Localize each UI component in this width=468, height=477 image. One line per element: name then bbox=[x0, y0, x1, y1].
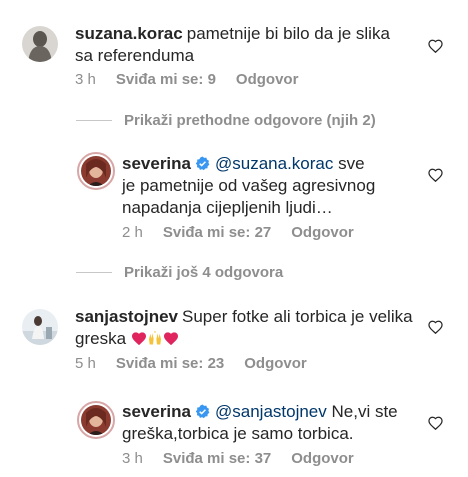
show-previous-replies-button[interactable]: Prikaži prethodne odgovore (njih 2) bbox=[76, 112, 376, 129]
heart-icon[interactable] bbox=[428, 39, 443, 53]
avatar-suzana-korac-image bbox=[22, 26, 58, 62]
comment-meta: 2 h Sviđa mi se: 27 Odgovor bbox=[122, 224, 374, 241]
divider-line bbox=[76, 120, 112, 121]
comment-meta: 3 h Sviđa mi se: 37 Odgovor bbox=[122, 450, 374, 467]
avatar[interactable] bbox=[22, 309, 58, 345]
comment-text: pametnije bi bilo da je slika bbox=[186, 24, 390, 43]
comment-text-line2: sa referenduma bbox=[75, 46, 195, 65]
comment-likes[interactable]: Sviđa mi se: 9 bbox=[116, 71, 216, 88]
comment-text-line2: greska bbox=[75, 329, 127, 348]
comment-time: 2 h bbox=[122, 224, 143, 241]
comment-text: sve bbox=[333, 154, 365, 173]
comment-likes[interactable]: Sviđa mi se: 23 bbox=[116, 355, 224, 372]
avatar[interactable] bbox=[77, 401, 115, 439]
avatar-severina-image bbox=[81, 156, 111, 186]
verified-badge-icon bbox=[195, 156, 210, 171]
comment-text-line2: je pametnije od vašeg agresivnog bbox=[122, 176, 376, 195]
emoji-red-heart bbox=[163, 330, 179, 346]
heart-icon[interactable] bbox=[428, 168, 443, 182]
comment-time: 3 h bbox=[75, 71, 96, 88]
reply-button[interactable]: Odgovor bbox=[291, 450, 354, 467]
comment-time: 5 h bbox=[75, 355, 96, 372]
avatar-sanjastojnev-image bbox=[22, 309, 58, 345]
comment-mention[interactable]: @suzana.korac bbox=[215, 154, 333, 173]
avatar[interactable] bbox=[77, 152, 115, 190]
comment-time: 3 h bbox=[122, 450, 143, 467]
comment-username[interactable]: sanjastojnev bbox=[75, 307, 178, 326]
reply-button[interactable]: Odgovor bbox=[291, 224, 354, 241]
comment-text: Ne,vi ste bbox=[326, 402, 398, 421]
show-more-replies-button[interactable]: Prikaži još 4 odgovora bbox=[76, 264, 283, 281]
comment-text-line2: greška,torbica je samo torbica. bbox=[122, 424, 354, 443]
verified-badge-icon bbox=[195, 404, 210, 419]
comment-body: severina @sanjastojnev Ne,vi ste greška,t… bbox=[122, 401, 432, 445]
divider-line bbox=[76, 272, 112, 273]
comment-username[interactable]: severina bbox=[122, 154, 191, 173]
heart-icon[interactable] bbox=[428, 416, 443, 430]
comment-meta: 3 h Sviđa mi se: 9 Odgovor bbox=[75, 71, 318, 88]
comment-likes[interactable]: Sviđa mi se: 27 bbox=[163, 224, 271, 241]
emoji-raising-hands bbox=[147, 330, 163, 345]
comment-body: suzana.korac pametnije bi bilo da je slik… bbox=[75, 23, 415, 67]
comment-username[interactable]: severina bbox=[122, 402, 191, 421]
show-previous-replies-label: Prikaži prethodne odgovore (njih 2) bbox=[124, 112, 376, 129]
avatar[interactable] bbox=[22, 26, 58, 62]
comment-body: sanjastojnev Super fotke ali torbica je v… bbox=[75, 306, 425, 350]
comment-username[interactable]: suzana.korac bbox=[75, 24, 183, 43]
show-more-replies-label: Prikaži još 4 odgovora bbox=[124, 264, 284, 281]
comment-body: severina @suzana.korac sve je pametnije o… bbox=[122, 153, 422, 219]
comment-meta: 5 h Sviđa mi se: 23 Odgovor bbox=[75, 355, 327, 372]
reply-button[interactable]: Odgovor bbox=[236, 71, 299, 88]
emoji-red-heart bbox=[131, 330, 147, 346]
reply-button[interactable]: Odgovor bbox=[244, 355, 307, 372]
avatar-severina-image bbox=[81, 405, 111, 435]
comment-text: Super fotke ali torbica je velika bbox=[182, 307, 413, 326]
comment-mention[interactable]: @sanjastojnev bbox=[215, 402, 327, 421]
heart-icon[interactable] bbox=[428, 320, 443, 334]
comment-text-line3: napadanja cijepljenih ljudi… bbox=[122, 198, 333, 217]
comment-likes[interactable]: Sviđa mi se: 37 bbox=[163, 450, 271, 467]
